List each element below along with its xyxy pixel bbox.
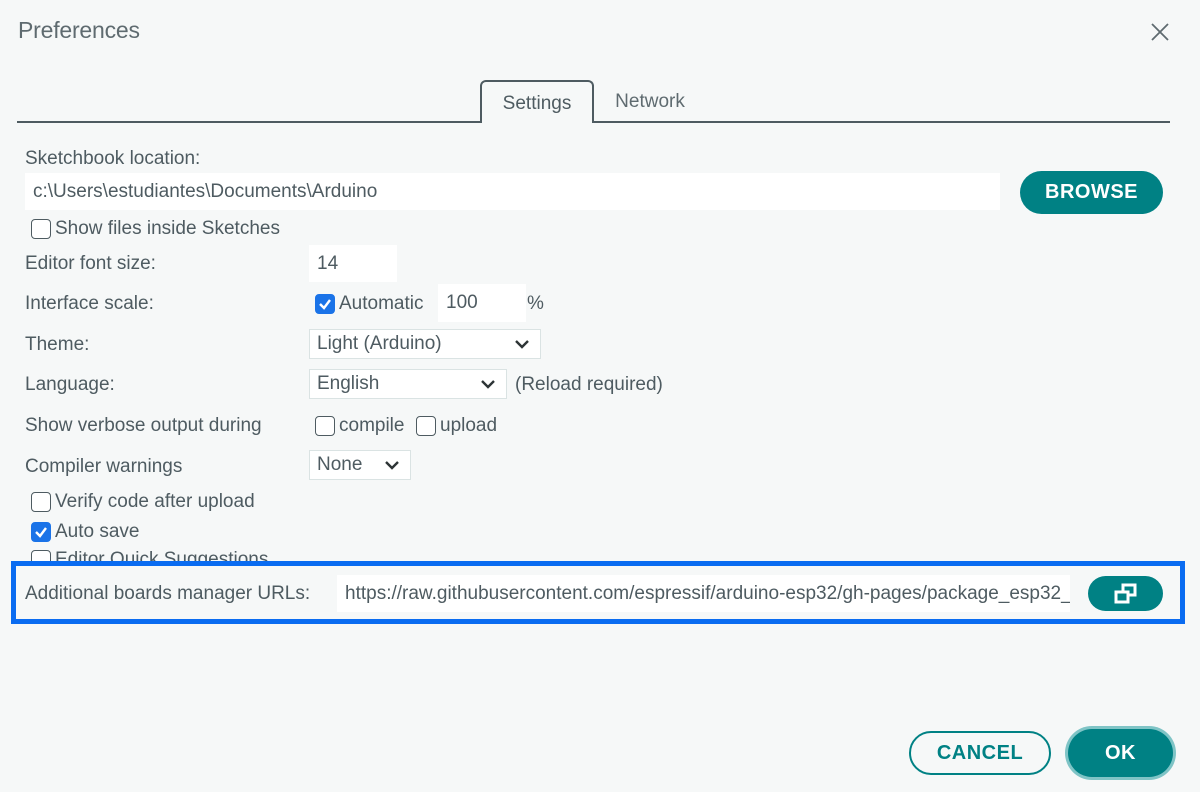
language-selected-value: English	[317, 373, 380, 394]
verify-after-upload-label: Verify code after upload	[55, 491, 255, 512]
sketchbook-location-label: Sketchbook location:	[25, 148, 201, 169]
quick-suggestions-label: Editor Quick Suggestions	[55, 549, 269, 561]
verbose-upload-label: upload	[440, 415, 498, 436]
compiler-warnings-label: Compiler warnings	[25, 456, 183, 477]
theme-select[interactable]: Light (Arduino)	[309, 329, 541, 359]
editor-font-size-label: Editor font size:	[25, 253, 156, 274]
verbose-compile-label: compile	[339, 415, 405, 436]
interface-scale-unit: %	[527, 293, 544, 314]
verbose-output-label: Show verbose output during	[25, 415, 262, 436]
interface-scale-input[interactable]: 100	[438, 284, 526, 322]
auto-save-checkbox[interactable]	[31, 522, 51, 542]
cancel-button[interactable]: CANCEL	[909, 731, 1051, 775]
verbose-upload-row: upload	[416, 415, 497, 437]
compiler-warnings-select[interactable]: None	[309, 450, 411, 480]
tab-settings[interactable]: Settings	[480, 80, 594, 123]
tab-network[interactable]: Network	[600, 80, 700, 123]
browse-button[interactable]: BROWSE	[1020, 171, 1163, 214]
auto-save-row: Auto save	[31, 521, 140, 543]
verbose-upload-checkbox[interactable]	[416, 416, 436, 436]
chevron-down-icon	[481, 380, 495, 389]
boards-urls-edit-button[interactable]	[1088, 576, 1163, 611]
interface-scale-label: Interface scale:	[25, 293, 154, 314]
verify-after-upload-checkbox[interactable]	[31, 492, 51, 512]
open-window-icon	[1114, 583, 1136, 603]
language-label: Language:	[25, 374, 115, 395]
boards-urls-input[interactable]: https://raw.githubusercontent.com/espres…	[337, 575, 1070, 612]
automatic-scale-row: Automatic	[315, 293, 423, 315]
checkmark-icon	[35, 527, 47, 538]
theme-label: Theme:	[25, 334, 90, 355]
sketchbook-location-input[interactable]: c:\Users\estudiantes\Documents\Arduino	[25, 173, 1000, 210]
theme-selected-value: Light (Arduino)	[317, 333, 442, 354]
language-reload-note: (Reload required)	[515, 374, 663, 395]
chevron-down-icon	[385, 461, 399, 470]
boards-urls-label: Additional boards manager URLs:	[25, 583, 311, 604]
chevron-down-icon	[515, 340, 529, 349]
close-button[interactable]	[1148, 20, 1172, 44]
checkmark-icon	[319, 299, 331, 310]
close-icon	[1151, 23, 1169, 41]
automatic-scale-checkbox[interactable]	[315, 294, 335, 314]
dialog-title: Preferences	[18, 17, 140, 43]
compiler-warnings-selected-value: None	[317, 454, 363, 475]
quick-suggestions-checkbox[interactable]	[31, 550, 51, 561]
automatic-scale-label: Automatic	[339, 293, 424, 314]
auto-save-label: Auto save	[55, 521, 140, 542]
editor-font-size-input[interactable]: 14	[309, 245, 397, 282]
show-files-checkbox[interactable]	[31, 219, 51, 239]
verbose-compile-checkbox[interactable]	[315, 416, 335, 436]
verify-after-upload-row: Verify code after upload	[31, 491, 255, 513]
ok-button[interactable]: OK	[1068, 729, 1173, 777]
verbose-compile-row: compile	[315, 415, 404, 437]
quick-suggestions-row: Editor Quick Suggestions	[30, 545, 330, 561]
language-select[interactable]: English	[309, 369, 507, 399]
show-files-label: Show files inside Sketches	[55, 218, 280, 239]
show-files-row: Show files inside Sketches	[31, 218, 280, 240]
